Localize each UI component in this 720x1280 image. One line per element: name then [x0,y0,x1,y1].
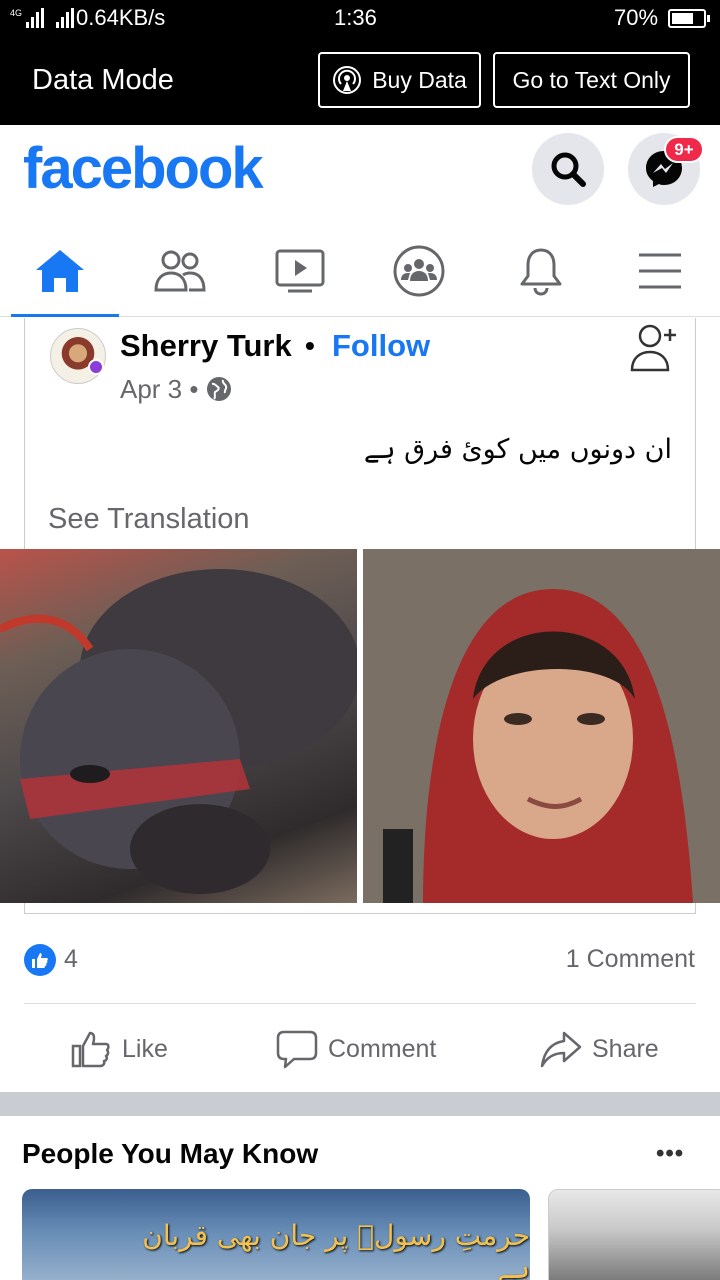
follow-button[interactable]: Follow [332,328,430,364]
comment-count[interactable]: 1 Comment [566,945,695,974]
home-icon [36,250,84,292]
thumbs-up-icon [32,953,48,968]
buy-data-label: Buy Data [372,66,467,93]
nav-tabs [0,225,720,317]
like-count[interactable]: 4 [64,945,78,974]
post-photo-right[interactable] [363,549,720,903]
facebook-logo[interactable]: facebook [23,135,264,202]
woman-image [363,549,720,903]
signal-bars-2 [56,8,75,28]
more-options-button[interactable]: ••• [656,1140,684,1168]
avatar-badge-icon [88,359,104,375]
separator-dot: • [305,330,315,361]
text-only-label: Go to Text Only [512,66,671,93]
comment-icon [276,1030,318,1069]
add-friend-icon[interactable] [628,322,678,374]
text-only-button[interactable]: Go to Text Only [493,52,690,108]
divider [24,1003,696,1004]
like-reaction-icon [24,944,56,976]
tab-groups[interactable] [364,225,474,317]
watch-icon [275,249,325,293]
search-icon [551,152,586,187]
signal-bars-1 [26,8,45,28]
author-avatar[interactable] [50,328,106,384]
bell-icon [520,248,562,296]
share-icon [540,1031,582,1068]
tab-watch[interactable] [245,225,355,317]
like-label: Like [122,1034,168,1063]
buy-data-button[interactable]: Buy Data [318,52,481,108]
post-date[interactable]: Apr 3 • [120,374,198,405]
pymk-card-banner: حرمتِ رسولؐ پر جان بھی قربان ہے [142,1219,530,1280]
post-author[interactable]: Sherry Turk [120,328,292,364]
signal-indicator: 4G [10,6,75,28]
comment-button[interactable]: Comment [276,1024,436,1074]
groups-icon [393,245,445,297]
like-button[interactable]: Like [70,1024,168,1074]
menu-icon [639,253,681,289]
share-label: Share [592,1034,659,1063]
pymk-title: People You May Know [22,1138,319,1169]
app-header: facebook [0,125,720,225]
tab-notifications[interactable] [486,225,596,317]
post-photo-left[interactable] [0,549,357,903]
pymk-card[interactable] [548,1189,720,1280]
data-mode-title: Data Mode [32,64,174,96]
see-translation-link[interactable]: See Translation [48,503,250,536]
share-button[interactable]: Share [540,1024,659,1074]
post-text: ان دونوں میں کوئ فرق ہے [363,434,672,465]
friends-icon [154,250,206,292]
tab-home[interactable] [5,225,119,317]
pymk-card[interactable]: حرمتِ رسولؐ پر جان بھی قربان ہے [22,1189,530,1280]
section-separator [0,1092,720,1116]
tab-menu[interactable] [605,225,715,317]
status-bar: 4G 0.64KB/s 1:36 70% [0,0,720,38]
comment-label: Comment [328,1034,437,1063]
network-speed: 0.64KB/s [76,5,166,30]
clock: 1:36 [334,5,377,30]
globe-icon [207,377,231,401]
data-mode-bar: Data Mode Buy Data Go to Text Only [0,38,720,125]
battery-percent: 70% [614,5,659,30]
tab-friends[interactable] [125,225,235,317]
battery-icon [668,9,710,28]
buffalo-image [0,569,357,894]
messenger-badge: 9+ [664,136,704,163]
like-icon [71,1031,110,1068]
search-button[interactable] [532,133,604,205]
broadcast-icon [333,66,362,94]
network-type: 4G [10,8,23,18]
